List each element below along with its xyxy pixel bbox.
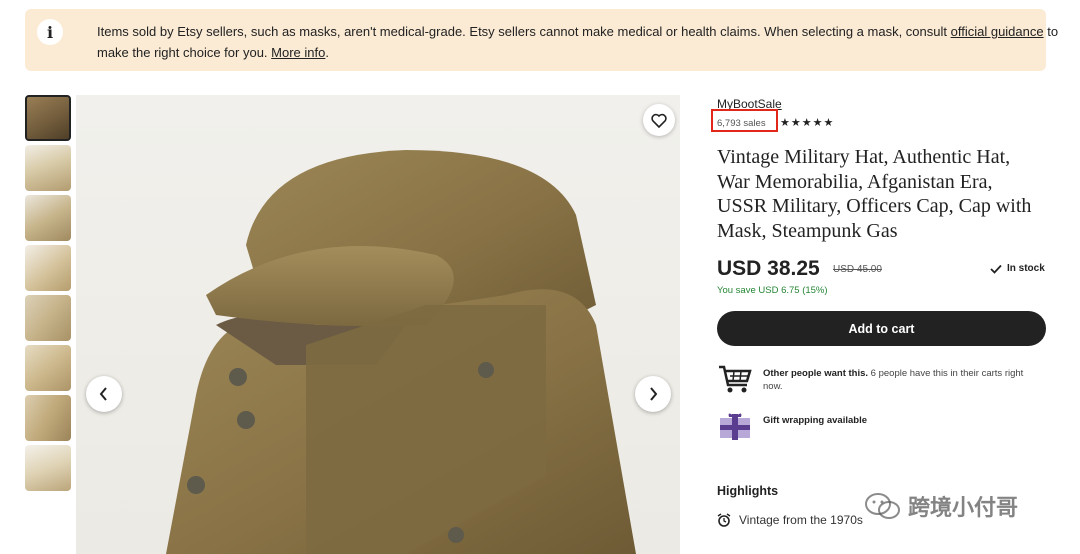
chevron-right-icon	[650, 387, 658, 401]
watermark: 跨境小付哥	[864, 490, 1018, 522]
thumbnail-8[interactable]	[25, 445, 71, 491]
sales-count: 6,793 sales	[717, 118, 766, 129]
savings-text: You save USD 6.75 (15%)	[717, 285, 828, 296]
alarm-clock-icon	[717, 513, 731, 527]
more-info-link[interactable]: More info	[271, 45, 325, 60]
stock-status: In stock	[990, 263, 1045, 274]
wechat-logo-icon	[865, 493, 900, 519]
notice-text-part: .	[325, 45, 329, 60]
thumbnail-1[interactable]	[25, 95, 71, 141]
military-hat-illustration	[166, 150, 636, 554]
thumbnail-7[interactable]	[25, 395, 71, 441]
next-image-button[interactable]	[635, 376, 671, 412]
shopping-cart-icon	[719, 365, 752, 393]
notice-text: Items sold by Etsy sellers, such as mask…	[97, 21, 1065, 63]
demand-text: Other people want this. 6 people have th…	[763, 363, 1037, 393]
watermark-text: 跨境小付哥	[908, 496, 1019, 521]
notice-text-part: Items sold by Etsy sellers, such as mask…	[97, 24, 951, 39]
gift-icon	[720, 413, 750, 440]
demand-text-bold: Other people want this.	[763, 368, 869, 379]
heart-icon	[651, 113, 667, 128]
rating-stars[interactable]: ★★★★★	[780, 116, 834, 129]
favorite-heart-button[interactable]	[643, 104, 675, 136]
highlight-text: Vintage from the 1970s	[739, 513, 863, 527]
info-icon: i	[37, 19, 63, 45]
medical-notice-banner: i Items sold by Etsy sellers, such as ma…	[25, 9, 1058, 71]
add-to-cart-button[interactable]: Add to cart	[717, 311, 1046, 346]
thumbnail-3[interactable]	[25, 195, 71, 241]
thumbnail-list	[25, 95, 72, 495]
thumbnail-6[interactable]	[25, 345, 71, 391]
thumbnail-4[interactable]	[25, 245, 71, 291]
price: USD 38.25	[717, 257, 820, 280]
highlights-heading[interactable]: Highlights	[717, 484, 778, 498]
chevron-left-icon	[99, 387, 107, 401]
official-guidance-link[interactable]: official guidance	[951, 24, 1044, 39]
gift-text-bold: Gift wrapping available	[763, 415, 867, 426]
stock-label: In stock	[1007, 263, 1045, 274]
demand-notice: Other people want this. 6 people have th…	[717, 363, 1037, 395]
previous-image-button[interactable]	[86, 376, 122, 412]
highlight-item: Vintage from the 1970s	[717, 513, 863, 527]
thumbnail-2[interactable]	[25, 145, 71, 191]
listing-title: Vintage Military Hat, Authentic Hat, War…	[717, 146, 1032, 242]
gift-wrap-notice: Gift wrapping available	[717, 410, 1037, 442]
checkmark-icon	[990, 264, 1002, 274]
main-product-image[interactable]	[76, 95, 680, 554]
thumbnail-5[interactable]	[25, 295, 71, 341]
gift-text: Gift wrapping available	[763, 410, 867, 427]
original-price: USD 45.00	[833, 264, 882, 275]
